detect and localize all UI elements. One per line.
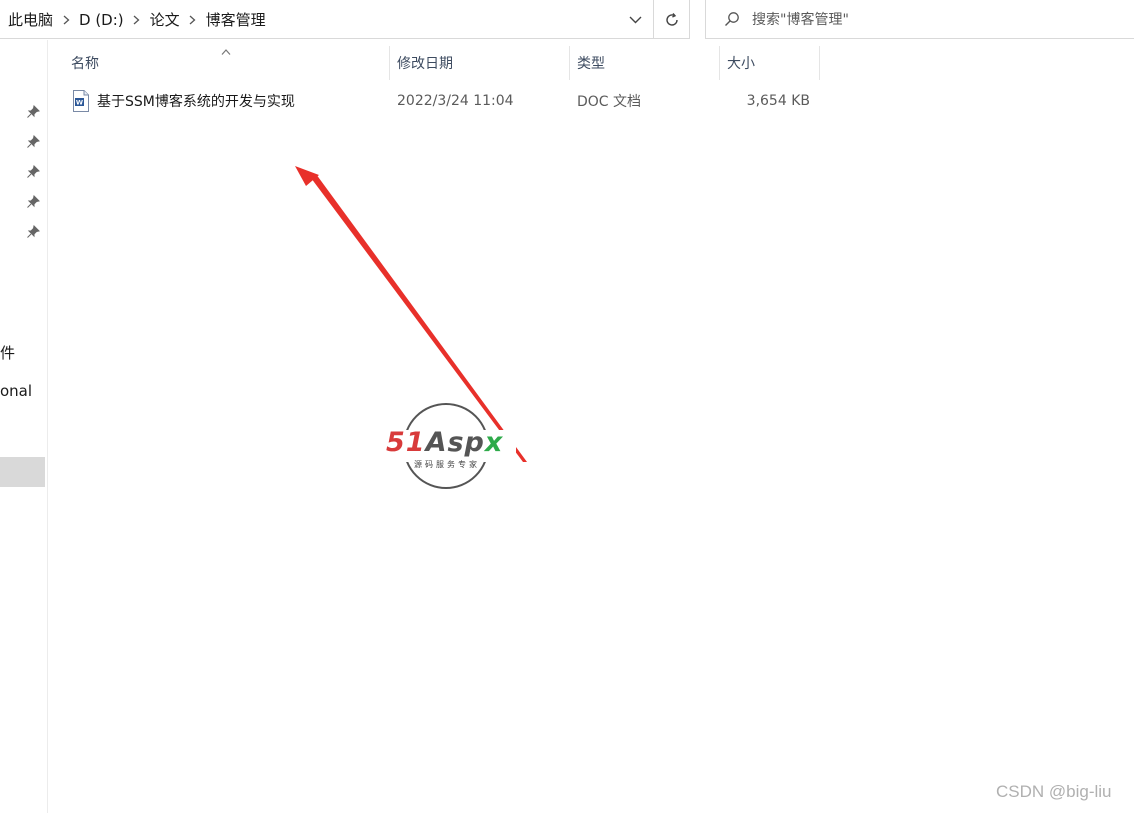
column-header-size[interactable]: 大小 xyxy=(727,40,817,86)
pin-icon[interactable] xyxy=(26,104,41,119)
breadcrumb: 此电脑 D (D:) 论文 博客管理 xyxy=(8,0,266,39)
file-size: 3,654 KB xyxy=(746,93,810,109)
breadcrumb-thesis[interactable]: 论文 xyxy=(150,9,180,30)
search-placeholder: 搜索"博客管理" xyxy=(752,12,849,28)
column-divider[interactable] xyxy=(819,46,820,80)
chevron-down-icon[interactable] xyxy=(618,0,652,39)
address-bar[interactable]: 此电脑 D (D:) 论文 博客管理 xyxy=(0,0,690,39)
column-divider[interactable] xyxy=(389,46,390,80)
column-divider[interactable] xyxy=(719,46,720,80)
navigation-pane[interactable]: 件 onal xyxy=(0,40,48,813)
pin-icon[interactable] xyxy=(26,224,41,239)
breadcrumb-this-pc[interactable]: 此电脑 xyxy=(8,9,53,30)
search-input[interactable]: 搜索"博客管理" xyxy=(705,0,1134,39)
logo-51: 51 xyxy=(386,427,426,458)
column-header-row: 名称 修改日期 类型 大小 xyxy=(48,40,828,86)
nav-item-fragment[interactable]: onal xyxy=(0,382,32,400)
column-header-type[interactable]: 类型 xyxy=(577,40,717,86)
breadcrumb-drive-d[interactable]: D (D:) xyxy=(79,11,124,29)
column-header-name[interactable]: 名称 xyxy=(71,40,387,86)
file-name[interactable]: 基于SSM博客系统的开发与实现 xyxy=(97,86,387,116)
word-doc-icon: W xyxy=(72,90,90,112)
logo-subtitle: 源码服务专家 xyxy=(414,460,480,469)
watermark-logo: 51Aspx xyxy=(386,428,503,458)
refresh-icon[interactable] xyxy=(654,0,690,39)
search-icon xyxy=(712,11,752,27)
pin-icon[interactable] xyxy=(26,194,41,209)
chevron-right-icon[interactable] xyxy=(180,0,206,39)
column-header-modified[interactable]: 修改日期 xyxy=(397,40,567,86)
chevron-right-icon[interactable] xyxy=(53,0,79,39)
logo-x: x xyxy=(484,427,504,458)
file-modified: 2022/3/24 11:04 xyxy=(397,93,514,109)
file-row[interactable]: W 基于SSM博客系统的开发与实现 2022/3/24 11:04 DOC 文档… xyxy=(48,86,828,116)
arrow-head xyxy=(295,166,319,186)
file-type: DOC 文档 xyxy=(577,94,642,110)
csdn-watermark: CSDN @big-liu xyxy=(996,782,1112,801)
column-divider[interactable] xyxy=(569,46,570,80)
chevron-right-icon[interactable] xyxy=(124,0,150,39)
logo-asp: Asp xyxy=(425,427,485,458)
pin-icon[interactable] xyxy=(26,134,41,149)
svg-text:W: W xyxy=(76,99,83,107)
pin-icon[interactable] xyxy=(26,164,41,179)
breadcrumb-blog-management[interactable]: 博客管理 xyxy=(206,9,266,30)
nav-item-fragment[interactable]: 件 xyxy=(0,342,15,363)
nav-item-selected[interactable] xyxy=(0,457,45,487)
annotation-arrow xyxy=(295,166,527,462)
